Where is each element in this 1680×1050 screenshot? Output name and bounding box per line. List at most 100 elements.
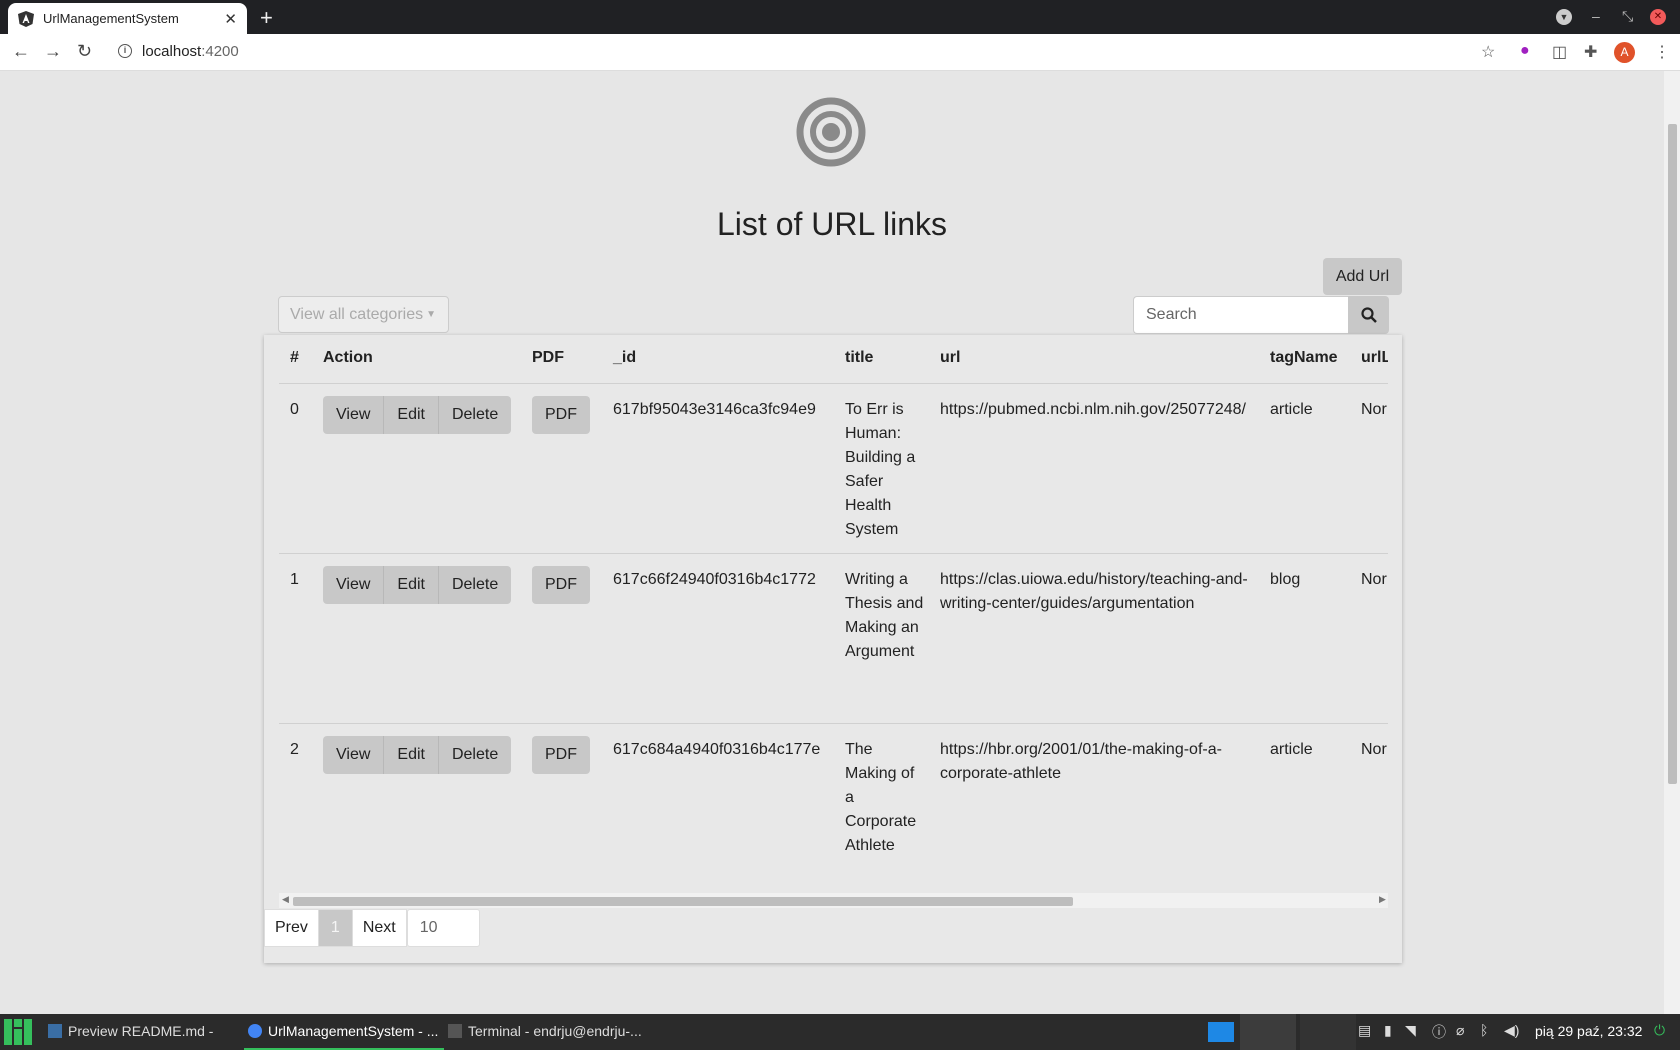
header-tagname: tagName — [1270, 349, 1338, 366]
minimize-icon[interactable]: – — [1592, 8, 1600, 24]
table-header: # Action PDF _id title url tagName urlL — [279, 335, 1388, 384]
browser-tab-strip: UrlManagementSystem ✕ + ▼ – ⤡ ✕ — [0, 0, 1680, 34]
table-row: 0 View Edit Delete PDF 617bf95043e3146ca… — [279, 384, 1388, 554]
action-button-group: View Edit Delete — [323, 566, 512, 604]
close-tab-icon[interactable]: ✕ — [224, 10, 237, 28]
clock[interactable]: pią 29 paź, 23:32 — [1535, 1023, 1642, 1039]
page-title: List of URL links — [717, 206, 947, 242]
row-urll: Nor — [1361, 741, 1387, 758]
wifi-icon[interactable]: ◥ — [1405, 1022, 1416, 1039]
bookmark-star-icon[interactable]: ☆ — [1481, 42, 1495, 62]
row-url: https://clas.uiowa.edu/history/teaching-… — [940, 571, 1248, 612]
row-id: 617c684a4940f0316b4c177e — [613, 741, 821, 758]
taskbar-item-preview[interactable]: Preview README.md - Url... — [44, 1014, 244, 1050]
table-horizontal-scrollbar[interactable]: ◀ ▶ — [279, 893, 1388, 908]
manjaro-logo-icon[interactable] — [4, 1019, 32, 1045]
search-icon — [1360, 307, 1377, 323]
row-index: 1 — [290, 571, 299, 588]
pdf-button[interactable]: PDF — [532, 566, 590, 604]
new-tab-icon[interactable]: + — [260, 5, 273, 31]
search-button[interactable] — [1348, 296, 1389, 334]
add-url-button[interactable]: Add Url — [1323, 258, 1402, 295]
edit-button[interactable]: Edit — [384, 566, 439, 604]
volume-icon[interactable]: ◀) — [1504, 1022, 1519, 1039]
tab-title: UrlManagementSystem — [43, 11, 179, 26]
workspace-1-icon[interactable] — [1208, 1022, 1234, 1042]
delete-button[interactable]: Delete — [438, 566, 512, 604]
table-viewport: # Action PDF _id title url tagName urlL … — [279, 335, 1388, 895]
url-table-card: # Action PDF _id title url tagName urlL … — [264, 335, 1402, 963]
close-window-icon[interactable]: ✕ — [1650, 9, 1666, 25]
reload-icon[interactable]: ↻ — [77, 41, 92, 62]
row-id: 617bf95043e3146ca3fc94e9 — [613, 401, 816, 418]
browser-toolbar: ← → ↻ i localhost:4200 ☆ ● ◫ ✚ A ⋮ — [0, 34, 1680, 71]
row-urll: Nor — [1361, 571, 1387, 588]
edit-button[interactable]: Edit — [384, 396, 439, 434]
table-row: 2 View Edit Delete PDF 617c684a4940f0316… — [279, 724, 1388, 894]
header-index: # — [290, 349, 299, 366]
attachment-icon[interactable]: ⌀ — [1456, 1022, 1464, 1039]
current-page-button[interactable]: 1 — [317, 909, 353, 947]
row-url: https://hbr.org/2001/01/the-making-of-a-… — [940, 741, 1222, 782]
header-action: Action — [323, 349, 373, 366]
profile-avatar[interactable]: A — [1614, 42, 1635, 63]
view-button[interactable]: View — [323, 566, 385, 604]
category-dropdown[interactable]: View all categories ▼ — [278, 296, 449, 333]
edit-button[interactable]: Edit — [384, 736, 439, 774]
row-index: 2 — [290, 741, 299, 758]
taskbar-item-terminal[interactable]: Terminal - endrju@endrju-... — [444, 1014, 644, 1050]
header-urll: urlL — [1361, 349, 1388, 366]
page-scrollbar[interactable] — [1664, 71, 1680, 1014]
extension-icon[interactable]: ● — [1520, 42, 1530, 60]
bluetooth-icon[interactable]: ᛒ — [1480, 1022, 1488, 1038]
row-tagname: article — [1270, 401, 1313, 418]
pagination: Prev 1 Next 10 — [264, 909, 480, 947]
scroll-right-arrow-icon[interactable]: ▶ — [1379, 894, 1386, 905]
maximize-icon[interactable]: ⤡ — [1622, 8, 1633, 25]
delete-button[interactable]: Delete — [438, 736, 512, 774]
row-index: 0 — [290, 401, 299, 418]
target-logo-icon — [796, 97, 866, 167]
delete-button[interactable]: Delete — [438, 396, 512, 434]
clipboard-icon[interactable]: ▤ — [1358, 1022, 1371, 1039]
browser-tab[interactable]: UrlManagementSystem ✕ — [8, 3, 247, 34]
workspace-3-icon[interactable] — [1300, 1014, 1356, 1050]
pdf-button[interactable]: PDF — [532, 396, 590, 434]
power-icon[interactable]: ⏻ — [1654, 1022, 1665, 1039]
prev-page-button[interactable]: Prev — [264, 909, 319, 947]
table-scroll-thumb[interactable] — [293, 897, 1073, 906]
terminal-icon — [448, 1024, 462, 1038]
row-url: https://pubmed.ncbi.nlm.nih.gov/25077248… — [940, 401, 1246, 418]
extensions-puzzle-icon[interactable]: ✚ — [1584, 42, 1597, 62]
battery-icon[interactable]: ▮ — [1384, 1022, 1392, 1039]
tab-search-icon[interactable]: ▼ — [1556, 9, 1572, 25]
menu-kebab-icon[interactable]: ⋮ — [1654, 42, 1670, 62]
view-button[interactable]: View — [323, 736, 385, 774]
header-title: title — [845, 349, 874, 366]
back-icon[interactable]: ← — [12, 41, 30, 62]
workspace-2-icon[interactable] — [1240, 1014, 1296, 1050]
next-page-button[interactable]: Next — [351, 909, 407, 947]
editor-icon — [48, 1024, 62, 1038]
page-scroll-thumb[interactable] — [1668, 124, 1677, 784]
page-size-input[interactable]: 10 — [406, 909, 480, 947]
header-url: url — [940, 349, 961, 366]
row-title: To Err is Human: Building a Safer Health… — [845, 401, 916, 538]
extension-icon-2[interactable]: ◫ — [1552, 42, 1567, 62]
angular-icon — [18, 10, 34, 27]
row-id: 617c66f24940f0316b4c1772 — [613, 571, 816, 588]
update-icon[interactable]: ⓘ — [1432, 1022, 1446, 1042]
address-bar[interactable]: localhost:4200 — [142, 43, 239, 60]
scroll-left-arrow-icon[interactable]: ◀ — [282, 894, 289, 905]
pdf-button[interactable]: PDF — [532, 736, 590, 774]
site-info-icon[interactable]: i — [118, 44, 132, 58]
row-tagname: article — [1270, 741, 1313, 758]
header-pdf: PDF — [532, 349, 564, 366]
forward-icon[interactable]: → — [44, 41, 62, 62]
search-input[interactable]: Search — [1133, 296, 1348, 334]
taskbar-item-browser[interactable]: UrlManagementSystem - ... — [244, 1014, 444, 1050]
row-title: Writing a Thesis and Making an Argument — [845, 571, 924, 660]
action-button-group: View Edit Delete — [323, 736, 512, 774]
view-button[interactable]: View — [323, 396, 385, 434]
table-row: 1 View Edit Delete PDF 617c66f24940f0316… — [279, 554, 1388, 724]
